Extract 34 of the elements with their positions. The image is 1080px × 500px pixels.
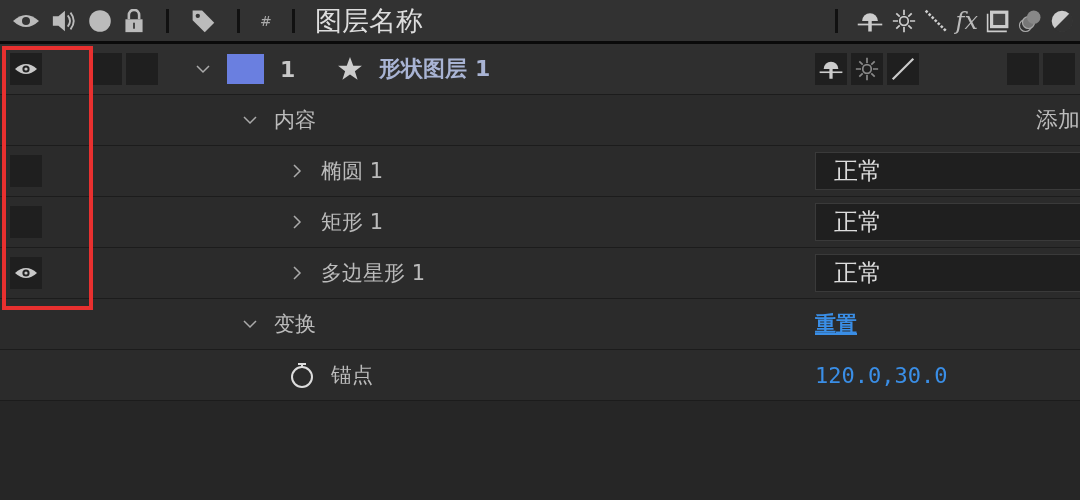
stacked-circles-icon[interactable] (1018, 8, 1042, 33)
blend-mode-dropdown[interactable]: 正常 (815, 203, 1080, 241)
layer-name[interactable]: 形状图层 1 (379, 54, 491, 84)
eye-icon[interactable] (14, 62, 38, 76)
visibility-switch[interactable] (10, 53, 42, 85)
property-name: 矩形 1 (321, 209, 384, 236)
property-name: 多边星形 1 (321, 260, 426, 287)
shy-switch[interactable] (815, 53, 847, 85)
property-name: 椭圆 1 (321, 158, 384, 185)
star-icon (337, 56, 364, 82)
visibility-switch[interactable] (10, 257, 42, 289)
blend-mode-dropdown[interactable]: 正常 (815, 254, 1080, 292)
quality-switch[interactable] (887, 53, 919, 85)
stopwatch-icon[interactable] (289, 361, 315, 389)
blend-mode-dropdown[interactable]: 正常 (815, 152, 1080, 190)
film-icon[interactable] (986, 8, 1010, 33)
layer-name-heading[interactable]: 图层名称 (314, 2, 423, 39)
reset-link[interactable]: 重置 (815, 310, 857, 338)
eye-icon[interactable] (14, 266, 38, 280)
sun-icon[interactable] (891, 8, 916, 33)
layer-number-heading[interactable]: # (260, 12, 272, 29)
lock-icon[interactable] (122, 8, 146, 33)
property-name: 内容 (274, 107, 316, 134)
dotted-line-icon[interactable] (923, 8, 948, 33)
half-circle-icon[interactable] (1050, 8, 1074, 33)
anchor-value[interactable]: 120.0,30.0 (815, 362, 948, 388)
add-menu-link[interactable]: 添加 (1036, 105, 1080, 135)
property-name: 变换 (274, 311, 316, 338)
property-name: 锚点 (331, 362, 373, 389)
sun-switch[interactable] (851, 53, 883, 85)
effects-switch-heading[interactable]: fx (955, 6, 978, 35)
dot-icon[interactable] (88, 8, 112, 33)
layer-number: 1 (280, 56, 296, 82)
label-swatch[interactable] (227, 54, 264, 84)
